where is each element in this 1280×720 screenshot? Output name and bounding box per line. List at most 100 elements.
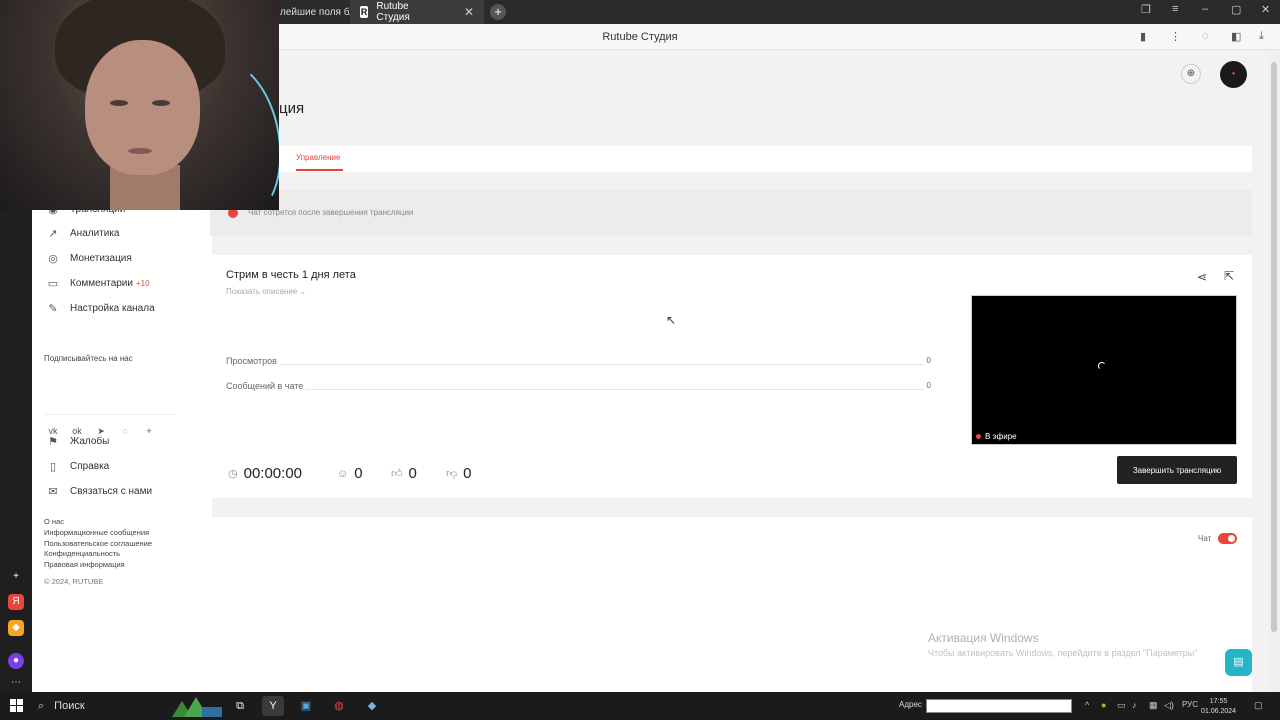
show-description-link[interactable]: Показать описание ⌄	[226, 287, 306, 296]
dotted-leader	[226, 389, 923, 390]
support-chat-button[interactable]: ▤	[1225, 649, 1252, 676]
chat-toggle-label: Чат	[1198, 534, 1212, 543]
webcam-overlay	[0, 0, 279, 210]
sidebar-item-analytics[interactable]: ↗ Аналитика	[46, 226, 119, 240]
mail-icon: ✉	[48, 485, 58, 498]
viber-icon[interactable]: ◌	[118, 426, 132, 438]
tray-monitor-icon[interactable]: ▭	[1117, 700, 1126, 711]
search-highlight-icon	[172, 697, 222, 717]
footer-link-info[interactable]: Информационные сообщения	[44, 528, 149, 537]
search-icon: ⌕	[38, 699, 45, 712]
taskbar-clock[interactable]: 17:55 01.06.2024	[1201, 697, 1236, 717]
apps-grid-icon[interactable]: ⋯	[8, 675, 24, 691]
yandex-icon[interactable]: Я	[8, 594, 24, 610]
sidebar-item-complaints[interactable]: ⚑ Жалобы	[46, 434, 109, 448]
sidebar-item-label: Жалобы	[70, 435, 110, 447]
clock-date: 01.06.2024	[1201, 708, 1237, 715]
stream-title: Стрим в честь 1 дня лета	[226, 269, 356, 281]
obs-icon[interactable]: ◍	[328, 696, 350, 716]
sidebar-item-channel-settings[interactable]: ✎ Настройка канала	[46, 301, 155, 315]
avatar[interactable]: ●	[1220, 61, 1247, 88]
external-link-icon[interactable]: ⇱	[1224, 269, 1234, 283]
footer-link-privacy[interactable]: Конфиденциальность	[44, 549, 120, 558]
mouse-cursor-icon: ↖	[666, 313, 677, 327]
language-indicator[interactable]: РУС	[1182, 700, 1198, 709]
viewers-metric: ☺ 0	[337, 465, 363, 482]
footer-link-terms[interactable]: Пользовательское соглашение	[44, 539, 152, 548]
stat-label: Просмотров	[226, 356, 280, 366]
live-badge: В эфире	[976, 432, 1017, 441]
sidebar-item-label: Настройка канала	[70, 302, 155, 314]
windows-start-icon[interactable]	[10, 699, 23, 712]
taskbar-address-label: Адрес	[899, 700, 922, 709]
more-icon[interactable]: ⋮	[1170, 30, 1181, 43]
duration-metric: ◷ 00:00:00	[228, 465, 302, 482]
clock-time: 17:55	[1209, 698, 1228, 705]
chat-toggle[interactable]	[1218, 533, 1237, 544]
sidebar-divider	[44, 414, 176, 415]
copyright: © 2024, RUTUBE	[44, 577, 104, 586]
more-social-icon[interactable]: +	[142, 426, 156, 438]
task-view-icon[interactable]: ⧉	[229, 696, 251, 716]
book-icon: ▯	[49, 460, 57, 473]
close-window-icon[interactable]: ✕	[1261, 3, 1270, 16]
sidebar-item-label: Комментарии	[70, 277, 133, 289]
sidebar-item-help[interactable]: ▯ Справка	[46, 459, 109, 473]
tray-arrow-icon[interactable]: ^	[1085, 700, 1089, 710]
likes-metric: 👍︎ 0	[391, 465, 417, 482]
comment-icon: ▭	[47, 277, 59, 290]
taskbar-address-input[interactable]	[926, 699, 1072, 713]
extension-icon[interactable]: ◌	[1202, 30, 1209, 42]
sidebar-item-monetization[interactable]: ◎ Монетизация	[46, 251, 132, 265]
tray-app-icon[interactable]: ●	[1101, 700, 1106, 710]
market-icon[interactable]: ◆	[8, 620, 24, 636]
end-stream-button[interactable]: Завершить трансляцию	[1117, 456, 1237, 484]
sidebar-panel-icon[interactable]: ◧	[1231, 30, 1241, 43]
new-tab-button[interactable]: +	[490, 4, 506, 20]
maximize-icon[interactable]: ▢	[1231, 3, 1241, 16]
sidebar-item-label: Монетизация	[70, 252, 132, 264]
file-explorer-icon[interactable]: ▣	[295, 696, 317, 716]
menu-icon[interactable]: ≡	[1172, 3, 1178, 15]
clock-icon: ◷	[228, 468, 238, 480]
scrollbar-thumb[interactable]	[1271, 62, 1277, 632]
yandex-browser-icon[interactable]: Y	[262, 696, 284, 716]
toggle-knob	[1228, 535, 1235, 542]
share-icon[interactable]: ⋖	[1197, 270, 1207, 284]
settings-icon: ✎	[48, 302, 58, 315]
live-label: В эфире	[985, 432, 1017, 441]
chat-notice: Чат сотрется после завершения трансляции	[210, 190, 1252, 236]
webcam-figure	[152, 100, 170, 106]
video-player[interactable]: В эфире	[971, 295, 1237, 445]
windows-activation-sub: Чтобы активировать Windows, перейдите в …	[928, 648, 1198, 658]
footer-link-about[interactable]: О нас	[44, 517, 64, 526]
sidebar-item-comments[interactable]: ▭ Комментарии +10	[46, 276, 150, 290]
windows-activation-title: Активация Windows	[928, 631, 1039, 645]
alice-icon[interactable]: ●	[8, 653, 24, 669]
comments-badge: +10	[135, 278, 150, 288]
chat-card: Чат	[210, 517, 1252, 692]
close-tab-icon[interactable]: ✕	[464, 5, 474, 19]
bookmarks-icon[interactable]: ❐	[1141, 3, 1151, 16]
duration-value: 00:00:00	[243, 465, 302, 482]
stat-row-views: Просмотров 0	[226, 356, 931, 368]
page-heading: ция	[279, 100, 305, 117]
notifications-icon[interactable]: ▢	[1254, 700, 1263, 711]
tray-mic-icon[interactable]: ♪	[1132, 700, 1137, 710]
coin-icon: ◎	[48, 252, 58, 265]
page-scrollbar[interactable]	[1268, 50, 1280, 692]
live-dot-icon	[976, 434, 981, 439]
network-icon[interactable]: ▦	[1149, 700, 1158, 711]
footer-link-legal[interactable]: Правовая информация	[44, 560, 125, 569]
browser-tab-active[interactable]: R Rutube Студия ✕	[350, 0, 484, 24]
tab-manage[interactable]: Управление	[296, 153, 340, 162]
sidebar-item-contact[interactable]: ✉ Связаться с нами	[46, 484, 152, 498]
bookmark-icon[interactable]: ▮	[1140, 30, 1146, 43]
add-panel-icon[interactable]: +	[8, 569, 24, 585]
app-icon[interactable]: ◆	[361, 696, 383, 716]
webcam-figure	[110, 100, 128, 106]
minimize-icon[interactable]: –	[1202, 3, 1208, 15]
upload-icon[interactable]: ⊕	[1181, 64, 1201, 84]
download-icon[interactable]: ⤓	[1259, 30, 1264, 43]
volume-icon[interactable]: ◁)	[1164, 700, 1174, 711]
